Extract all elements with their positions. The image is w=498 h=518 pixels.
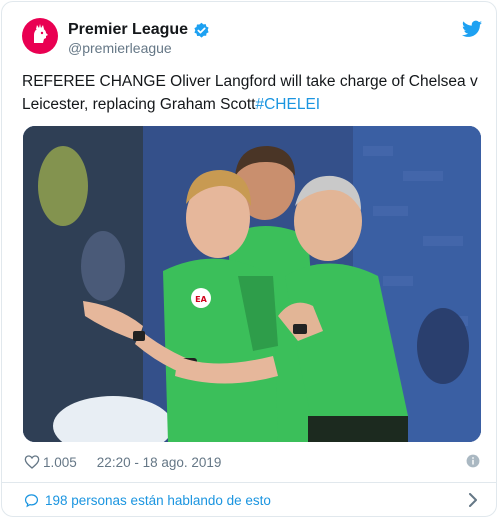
tweet-meta: 1.005 22:20 - 18 ago. 2019 (24, 452, 480, 472)
tweet-card[interactable]: Premier League @premierleague REFEREE CH… (1, 1, 497, 517)
tweet-header: Premier League @premierleague (22, 18, 482, 64)
author-handle[interactable]: @premierleague (68, 40, 172, 56)
conversation-link[interactable]: 198 personas están hablando de esto (24, 488, 480, 512)
twitter-bird-icon[interactable] (462, 20, 482, 38)
tweet-body: REFEREE CHANGE Oliver Langford will take… (22, 73, 478, 113)
tweet-timestamp[interactable]: 22:20 - 18 ago. 2019 (97, 455, 222, 470)
tweet-text: REFEREE CHANGE Oliver Langford will take… (22, 70, 482, 116)
like-count[interactable]: 1.005 (43, 455, 77, 470)
heart-icon[interactable] (24, 454, 40, 470)
author-name[interactable]: Premier League (68, 21, 188, 39)
verified-badge-icon (194, 22, 209, 38)
photo-badge: EA (195, 295, 207, 304)
chevron-right-icon (469, 493, 477, 507)
speech-bubble-icon (24, 493, 39, 507)
info-icon[interactable] (466, 454, 480, 468)
tweet-photo[interactable]: EA (23, 126, 481, 442)
avatar[interactable] (22, 18, 58, 54)
hashtag-link[interactable]: #CHELEI (255, 96, 320, 113)
referees-photo-illustration: EA (23, 126, 481, 442)
divider (2, 482, 496, 483)
conversation-text: 198 personas están hablando de esto (45, 492, 271, 508)
author-name-row: Premier League (68, 21, 210, 39)
premier-league-lion-logo-icon (34, 24, 48, 43)
